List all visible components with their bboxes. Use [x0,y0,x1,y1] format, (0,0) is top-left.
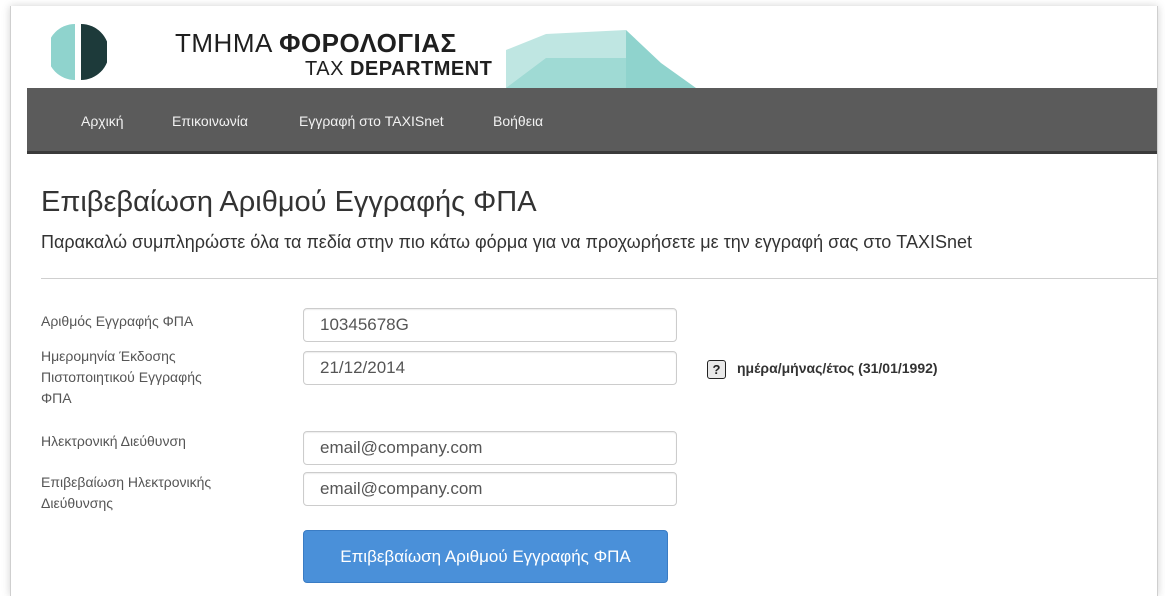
department-title-greek: ΤΜΗΜΑ ΦΟΡΟΛΟΓΙΑΣ [175,28,457,59]
issue-date-label-line3: ΦΠΑ [41,390,72,406]
nav-item-home[interactable]: Αρχική [81,88,124,154]
email-confirm-label-line2: Διεύθυνσης [41,495,113,511]
email-label: Ηλεκτρονική Διεύθυνση [41,433,186,449]
confirm-vat-number-button[interactable]: Επιβεβαίωση Αριθμού Εγγραφής ΦΠΑ [303,530,668,583]
section-divider [41,278,1157,279]
title-english-prefix: TAX [305,58,350,80]
title-greek-bold: ΦΟΡΟΛΟΓΙΑΣ [279,28,457,58]
department-title-english: TAX DEPARTMENT [305,58,492,81]
nav-item-taxisnet-registration[interactable]: Εγγραφή στο TAXISnet [299,88,444,154]
vat-number-input[interactable] [303,308,677,342]
email-input[interactable] [303,431,677,465]
email-confirm-label-line1: Επιβεβαίωση Ηλεκτρονικής [41,474,212,490]
issue-date-label-line1: Ημερομηνία Έκδοσης [41,348,176,364]
main-navigation: Αρχική Επικοινωνία Εγγραφή στο TAXISnet … [27,88,1157,154]
title-greek-prefix: ΤΜΗΜΑ [175,28,280,58]
email-confirm-input[interactable] [303,472,677,506]
page-subtitle: Παρακαλώ συμπληρώστε όλα τα πεδία στην π… [41,232,972,252]
title-english-bold: DEPARTMENT [349,58,493,80]
department-logo-icon [51,24,107,80]
page-container: ΤΜΗΜΑ ΦΟΡΟΛΟΓΙΑΣ TAX DEPARTMENT Αρχική Ε… [10,6,1158,596]
issue-date-label-line2: Πιστοποιητικού Εγγραφής [41,369,202,385]
issue-date-label: Ημερομηνία Έκδοσης Πιστοποιητικού Εγγραφ… [41,346,281,409]
date-format-hint: ημέρα/μήνας/έτος (31/01/1992) [737,360,938,376]
page-title: Επιβεβαίωση Αριθμού Εγγραφής ΦΠΑ [41,186,537,218]
issue-date-input[interactable] [303,351,677,385]
email-confirm-label: Επιβεβαίωση Ηλεκτρονικής Διεύθυνσης [41,472,281,514]
nav-item-help[interactable]: Βοήθεια [493,88,543,154]
header-banner-graphic [506,30,696,88]
help-icon[interactable]: ? [707,360,726,379]
site-header: ΤΜΗΜΑ ΦΟΡΟΛΟΓΙΑΣ TAX DEPARTMENT [11,6,1157,88]
nav-item-contact[interactable]: Επικοινωνία [172,88,248,154]
vat-number-label: Αριθμός Εγγραφής ΦΠΑ [41,313,194,329]
